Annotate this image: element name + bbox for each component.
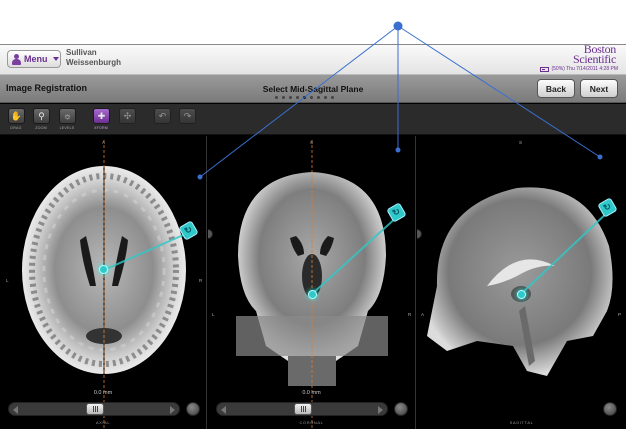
app-window: Menu Sullivan Weissenburgh Boston Scient… xyxy=(0,43,626,429)
step-dot xyxy=(317,96,320,99)
step-title: Select Mid-Sagittal Plane xyxy=(262,84,364,94)
coronal-reset-button[interactable] xyxy=(394,402,408,416)
axial-slider-thumb[interactable] xyxy=(86,403,104,415)
status-text: (50%) Thu 7/14/2011 4:28 PM xyxy=(551,66,618,72)
next-button[interactable]: Next xyxy=(580,79,618,98)
brand-logo: Boston Scientific xyxy=(573,43,616,66)
coronal-orient-top: S xyxy=(310,140,314,145)
status-bar: (50%) Thu 7/14/2011 4:28 PM xyxy=(540,66,618,72)
sagittal-view-label: SAGITTAL xyxy=(509,420,534,425)
axial-view-label: AXIAL xyxy=(95,420,111,425)
coronal-orient-left: L xyxy=(212,312,215,317)
sagittal-scan-image[interactable] xyxy=(417,136,626,429)
axial-readout: 0.0 mm xyxy=(93,390,113,396)
coronal-viewport[interactable]: S L R ↻ 0.0 mm CORONAL xyxy=(208,136,416,429)
sagittal-reset-button[interactable] xyxy=(603,402,617,416)
hand-icon: ✋ xyxy=(10,110,23,121)
levels-tool-button[interactable]: ☼ xyxy=(59,108,76,124)
menu-label: Menu xyxy=(24,54,48,64)
undo-button[interactable]: ↶ xyxy=(154,108,171,124)
app-header: Menu Sullivan Weissenburgh Boston Scient… xyxy=(0,43,626,75)
slider-left-arrow-icon[interactable] xyxy=(13,406,18,414)
sagittal-orient-left: A xyxy=(421,312,425,317)
axial-slice-slider[interactable] xyxy=(8,402,180,416)
axial-reset-button[interactable] xyxy=(186,402,200,416)
patient-last-name: Weissenburgh xyxy=(66,58,121,67)
back-button[interactable]: Back xyxy=(537,79,575,98)
slider-right-arrow-icon[interactable] xyxy=(378,406,383,414)
patient-first-name: Sullivan xyxy=(66,48,97,57)
step-dot xyxy=(303,96,306,99)
xform-tool-label: XFORM xyxy=(94,126,108,130)
patient-name: Sullivan Weissenburgh xyxy=(66,48,121,68)
chevron-down-icon xyxy=(52,57,59,61)
zoom-tool-label: ZOOM xyxy=(35,126,47,130)
axial-orient-top: A xyxy=(102,140,106,145)
toolbar: ✋ DRAG ⚲ ZOOM ☼ LEVELS ✚ XFORM ✣ ↶ ↷ xyxy=(0,104,626,135)
brand-line2: Scientific xyxy=(573,52,616,66)
coronal-readout: 0.0 mm xyxy=(302,390,321,396)
sagittal-viewport[interactable]: S A P ↻ SAGITTAL xyxy=(417,136,626,429)
redo-button[interactable]: ↷ xyxy=(179,108,196,124)
step-dot xyxy=(310,96,313,99)
step-dot xyxy=(282,96,285,99)
coronal-rotation-center-handle[interactable] xyxy=(308,290,317,299)
rotate-icon: ↻ xyxy=(182,223,195,237)
step-dot xyxy=(275,96,278,99)
step-dot xyxy=(324,96,327,99)
undo-icon: ↶ xyxy=(158,110,167,121)
drag-tool-label: DRAG xyxy=(10,126,22,130)
step-indicator xyxy=(275,96,334,99)
crosshair-icon: ✣ xyxy=(123,110,132,121)
coronal-slider-thumb[interactable] xyxy=(294,403,312,415)
coronal-scan-image[interactable] xyxy=(208,136,416,429)
coronal-orient-right: R xyxy=(408,312,412,317)
move-icon: ✚ xyxy=(97,110,106,121)
annotation-origin-dot xyxy=(393,21,403,31)
sagittal-orient-top: S xyxy=(519,140,523,145)
zoom-tool-button[interactable]: ⚲ xyxy=(33,108,50,124)
axial-viewport[interactable]: A L R ↻ 0.0 mm AXIAL xyxy=(0,136,207,429)
step-dot xyxy=(296,96,299,99)
coronal-slice-slider[interactable] xyxy=(216,402,388,416)
rotation-center-handle[interactable] xyxy=(99,265,108,274)
rotate-icon: ↻ xyxy=(601,200,614,214)
title-bar: Image Registration Select Mid-Sagittal P… xyxy=(0,75,626,103)
slider-left-arrow-icon[interactable] xyxy=(221,406,226,414)
magnifier-icon: ⚲ xyxy=(38,110,45,121)
sagittal-orient-right: P xyxy=(618,312,622,317)
coronal-view-label: CORONAL xyxy=(299,420,324,425)
levels-tool-label: LEVELS xyxy=(59,126,75,130)
rotate-icon: ↻ xyxy=(390,205,403,219)
user-icon xyxy=(12,53,21,65)
slider-right-arrow-icon[interactable] xyxy=(170,406,175,414)
step-dot xyxy=(289,96,292,99)
xform-tool-button[interactable]: ✚ xyxy=(93,108,110,124)
battery-icon xyxy=(540,66,550,72)
redo-icon: ↷ xyxy=(183,110,192,121)
step-dot xyxy=(331,96,334,99)
axial-orient-left: L xyxy=(6,278,9,283)
drag-tool-button[interactable]: ✋ xyxy=(8,108,25,124)
axial-scan-image[interactable] xyxy=(0,136,207,429)
menu-button[interactable]: Menu xyxy=(7,50,61,68)
sagittal-rotation-center-handle[interactable] xyxy=(517,290,526,299)
crosshair-tool-button[interactable]: ✣ xyxy=(119,108,136,124)
axial-orient-right: R xyxy=(199,278,203,283)
brightness-icon: ☼ xyxy=(63,111,72,121)
